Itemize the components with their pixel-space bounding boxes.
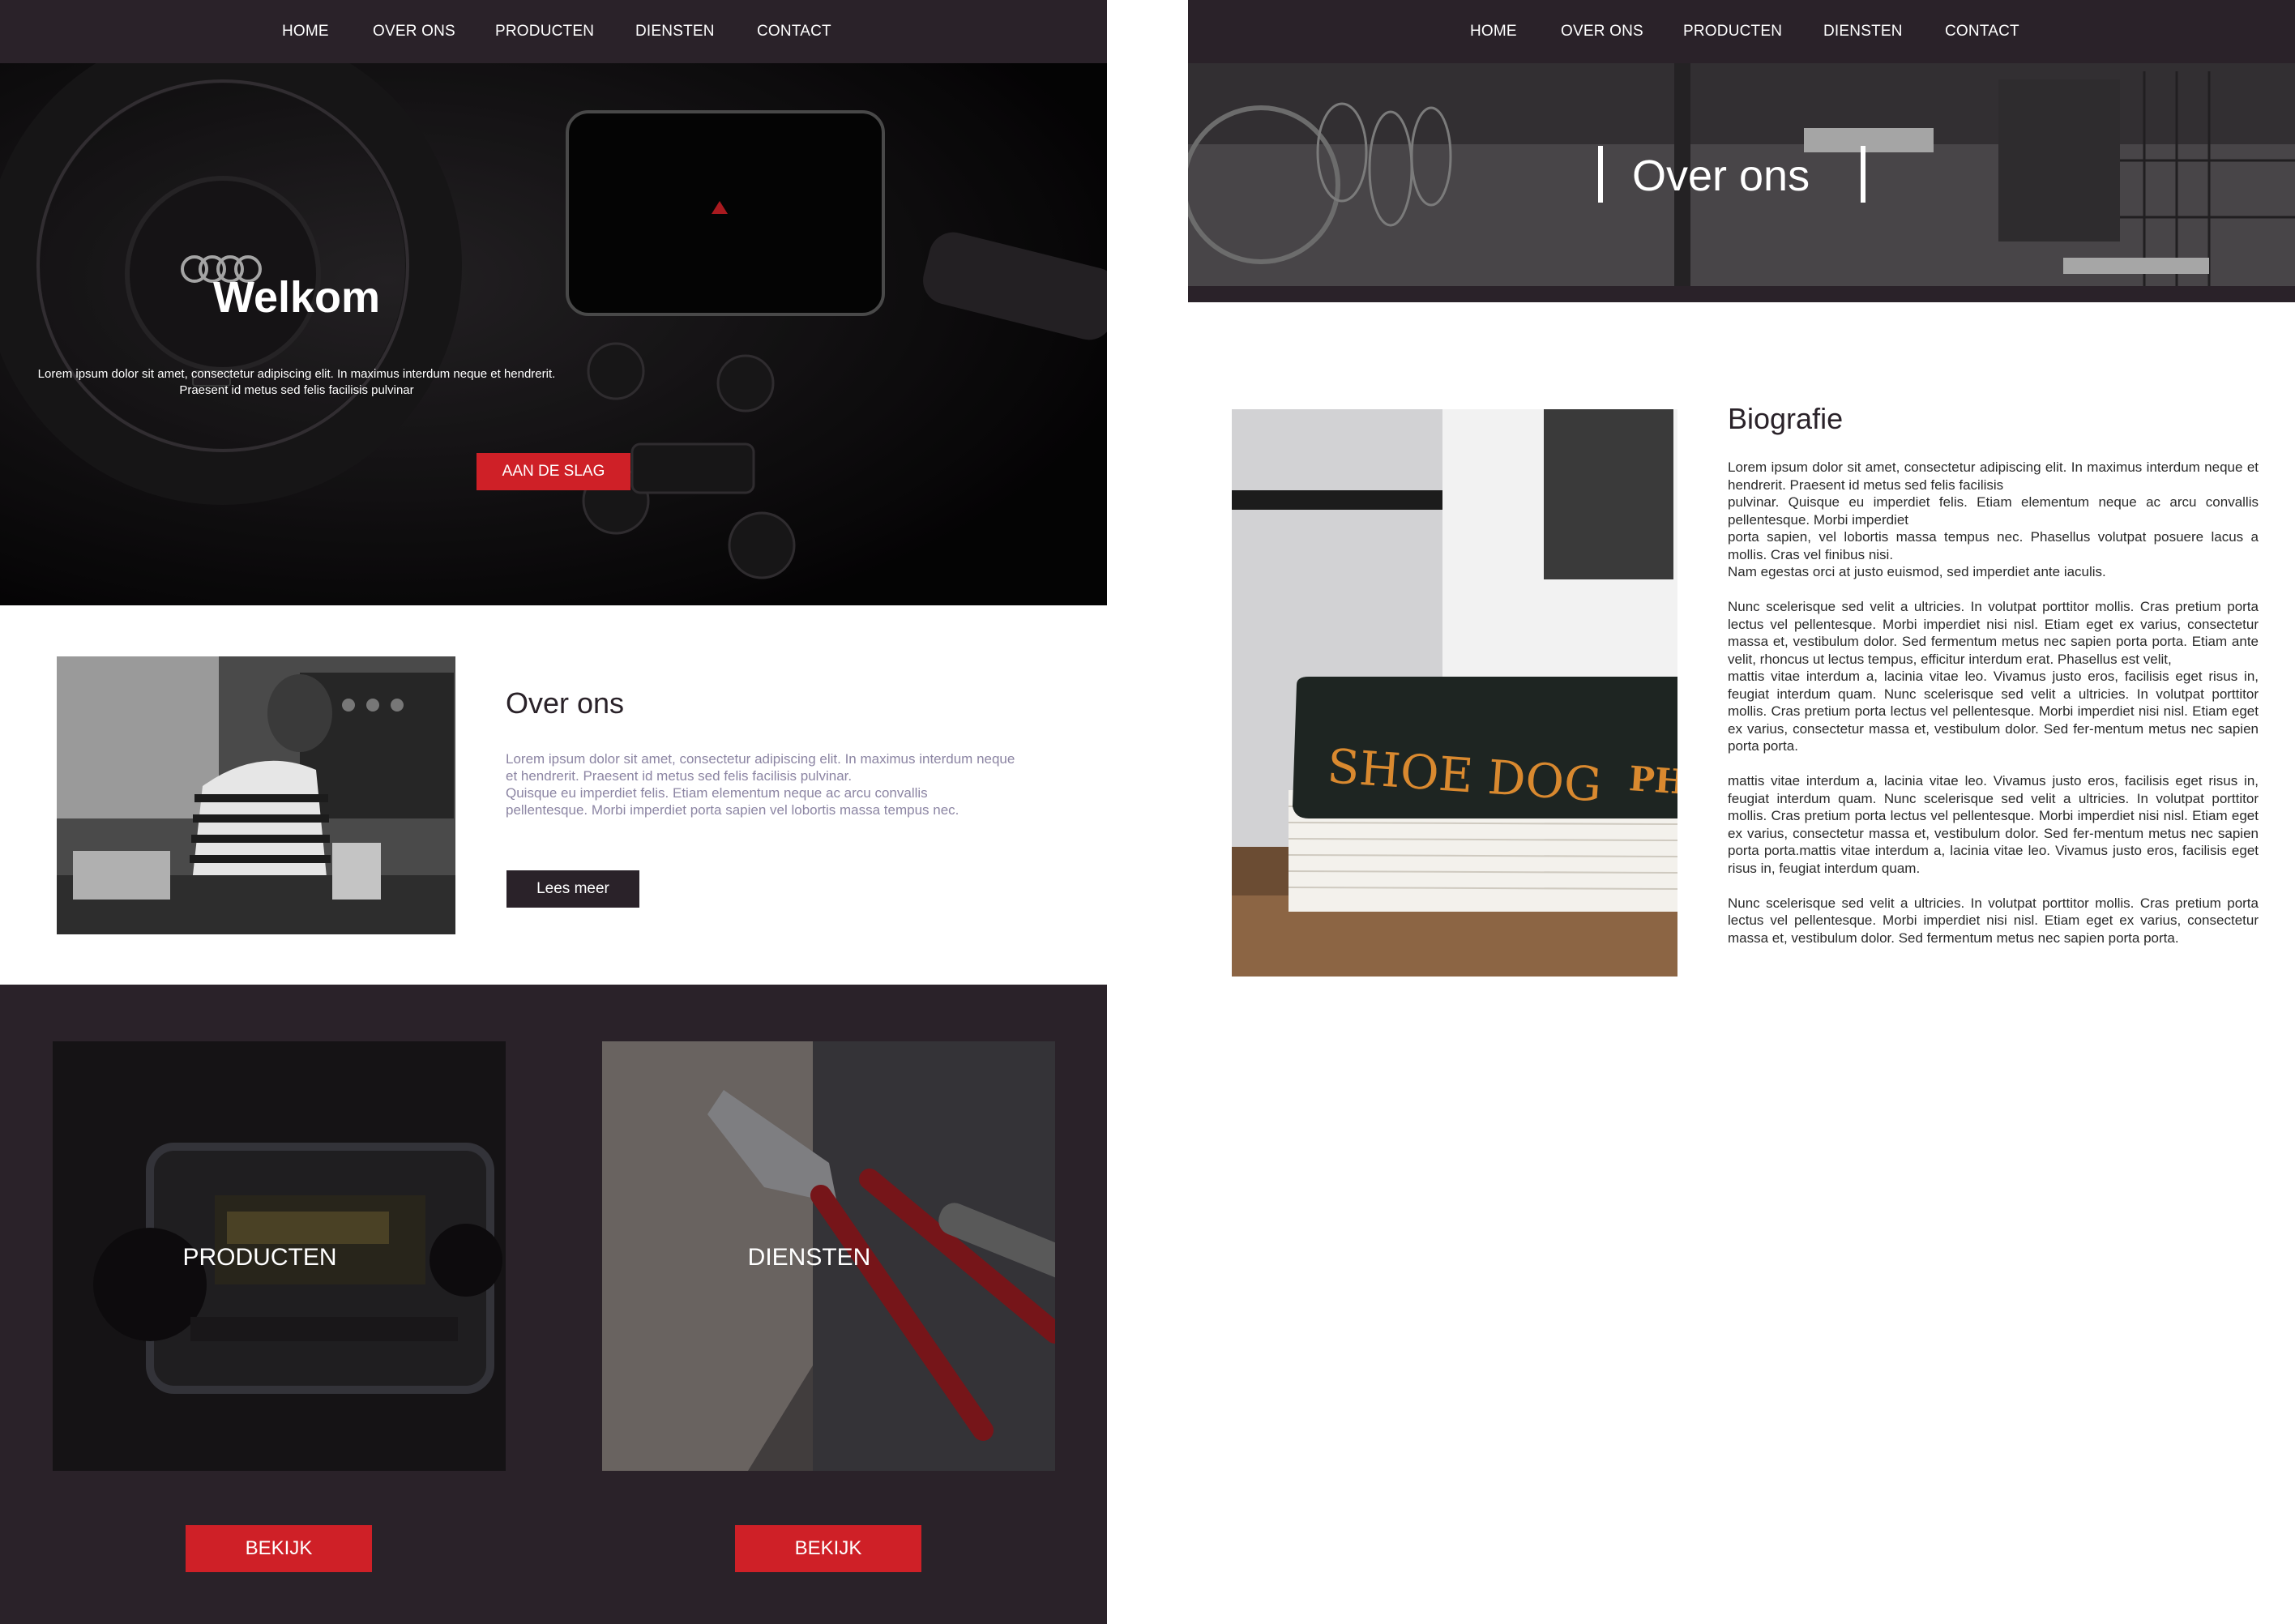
about-heading: Over ons	[506, 686, 625, 720]
about-text-line3: Quisque eu imperdiet felis. Etiam elemen…	[506, 785, 928, 801]
bio-paragraph: Nunc scelerisque sed velit a ultricies. …	[1728, 895, 2259, 946]
bio-image: SHOE DOG PHI	[1232, 409, 1677, 977]
banner-bar-right	[1861, 146, 1865, 203]
page-banner: Over ons	[1188, 63, 2295, 302]
hero-section: Welkom Lorem ipsum dolor sit amet, conse…	[0, 63, 1107, 605]
bio-heading: Biografie	[1728, 402, 1844, 435]
nav-diensten[interactable]: DIENSTEN	[1823, 23, 1903, 41]
nav-over-ons[interactable]: OVER ONS	[1561, 23, 1643, 41]
about-text-line2: et hendrerit. Praesent id metus sed feli…	[506, 768, 853, 784]
services-section: PRODUCTEN DIENSTEN BEKIJK BEKIJK	[0, 985, 1107, 1624]
nav-producten[interactable]: PRODUCTEN	[495, 23, 594, 41]
hero-cta-button[interactable]: AAN DE SLAG	[477, 453, 630, 490]
about-page: HOME OVER ONS PRODUCTEN DIENSTEN CONTACT	[1188, 0, 2295, 1624]
card-producten[interactable]: PRODUCTEN	[53, 1041, 506, 1471]
card-diensten-label: DIENSTEN	[747, 1244, 871, 1271]
nav-producten[interactable]: PRODUCTEN	[1683, 23, 1782, 41]
bekijk-producten-button[interactable]: BEKIJK	[186, 1525, 372, 1572]
card-diensten[interactable]: DIENSTEN	[602, 1041, 1055, 1471]
home-nav-bar: HOME OVER ONS PRODUCTEN DIENSTEN CONTACT	[0, 0, 1107, 63]
bio-paragraph: Nunc scelerisque sed velit a ultricies. …	[1728, 599, 2259, 754]
hero-title: Welkom	[212, 273, 381, 322]
lees-meer-button[interactable]: Lees meer	[506, 870, 639, 908]
hero-text-line1: Lorem ipsum dolor sit amet, consectetur …	[37, 367, 556, 381]
bio-paragraph: Lorem ipsum dolor sit amet, consectetur …	[1728, 459, 2259, 579]
about-text-line1: Lorem ipsum dolor sit amet, consectetur …	[506, 751, 1015, 767]
nav-diensten[interactable]: DIENSTEN	[635, 23, 715, 41]
nav-over-ons[interactable]: OVER ONS	[373, 23, 455, 41]
bio-text: Lorem ipsum dolor sit amet, consectetur …	[1728, 459, 2259, 947]
book-author: PHI	[1628, 759, 1677, 803]
bekijk-diensten-button[interactable]: BEKIJK	[735, 1525, 921, 1572]
about-nav-bar: HOME OVER ONS PRODUCTEN DIENSTEN CONTACT	[1188, 0, 2295, 63]
home-page: HOME OVER ONS PRODUCTEN DIENSTEN CONTACT	[0, 0, 1107, 1624]
nav-home[interactable]: HOME	[1470, 23, 1517, 41]
nav-contact[interactable]: CONTACT	[1945, 23, 2019, 41]
nav-home[interactable]: HOME	[282, 23, 329, 41]
nav-contact[interactable]: CONTACT	[757, 23, 831, 41]
hero-text-line2: Praesent id metus sed felis facilisis pu…	[179, 383, 414, 397]
about-section: Over ons Lorem ipsum dolor sit amet, con…	[0, 605, 1107, 985]
about-image	[57, 656, 455, 934]
banner-title: Over ons	[1632, 152, 1810, 200]
about-text-line4: pellentesque. Morbi imperdiet porta sapi…	[506, 802, 959, 818]
card-producten-label: PRODUCTEN	[182, 1244, 337, 1271]
banner-bar-left	[1598, 146, 1603, 203]
bio-paragraph: mattis vitae interdum a, lacinia vitae l…	[1728, 773, 2259, 876]
hero-image	[0, 63, 1107, 605]
